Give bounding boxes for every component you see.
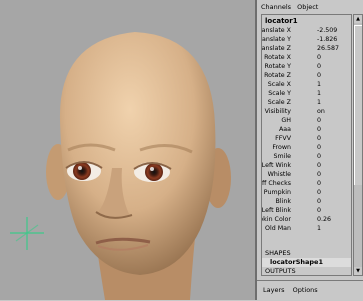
channel-value[interactable]: 0 xyxy=(317,179,321,188)
scroll-up-icon[interactable]: ▲ xyxy=(354,15,362,23)
channel-value[interactable]: on xyxy=(317,107,325,116)
channel-name: Rotate X xyxy=(264,54,291,61)
channel-name: Frown xyxy=(272,144,291,151)
channel-row[interactable]: Pumpkin Color 0.26 xyxy=(262,215,351,224)
channel-row[interactable]: Frown 0 xyxy=(262,143,351,152)
channel-row[interactable]: Rotate Z 0 xyxy=(262,71,351,80)
channel-value[interactable]: 0 xyxy=(317,197,321,206)
channel-row[interactable]: Puff Checks 0 xyxy=(262,179,351,188)
channel-name: Smile xyxy=(273,153,291,160)
bottom-tabs: Layers Options xyxy=(257,280,363,301)
channel-box: Channels Object locator1 Translate X -2.5… xyxy=(255,0,363,301)
channel-list: locator1 Translate X -2.509 Translate Y -1.… xyxy=(261,14,352,276)
channel-value[interactable]: 1 xyxy=(317,98,321,107)
channel-name: Translate X xyxy=(261,27,291,34)
channel-name: Whistle xyxy=(267,171,291,178)
tab-layers[interactable]: Layers xyxy=(263,286,285,294)
channel-name: Aaa xyxy=(278,126,291,133)
channel-row[interactable]: Old Man 1 xyxy=(262,224,351,233)
head-model xyxy=(10,32,231,300)
channel-name: Translate Y xyxy=(262,36,291,43)
channel-name: Rotate Z xyxy=(264,72,291,79)
channel-value[interactable]: 0 xyxy=(317,53,321,62)
channel-row[interactable]: Translate X -2.509 xyxy=(262,26,351,35)
shapes-header: SHAPES xyxy=(265,249,291,257)
channel-name: Puff Checks xyxy=(262,180,291,187)
channel-value[interactable]: 1 xyxy=(317,224,321,233)
scroll-down-icon[interactable]: ▼ xyxy=(354,267,362,275)
channel-name: Rotate Y xyxy=(264,63,291,70)
menu-channels[interactable]: Channels xyxy=(261,3,291,11)
channel-row[interactable]: Aaa 0 xyxy=(262,125,351,134)
shape-item[interactable]: locatorShape1 xyxy=(262,258,351,267)
channel-name: Translate Z xyxy=(261,45,291,52)
channel-row[interactable]: FFVV 0 xyxy=(262,134,351,143)
channel-value[interactable]: 0 xyxy=(317,71,321,80)
channel-value[interactable]: 0 xyxy=(317,116,321,125)
channel-row[interactable]: Scale Y 1 xyxy=(262,89,351,98)
channel-value[interactable]: -2.509 xyxy=(317,26,337,35)
channel-value[interactable]: 1 xyxy=(317,80,321,89)
channel-row[interactable]: Translate Y -1.826 xyxy=(262,35,351,44)
channel-name: GH xyxy=(281,117,291,124)
channel-value[interactable]: -1.826 xyxy=(317,35,337,44)
channel-row[interactable]: Visibility on xyxy=(262,107,351,116)
channel-row[interactable]: Scale X 1 xyxy=(262,80,351,89)
channel-value[interactable]: 26.587 xyxy=(317,44,339,53)
channel-value[interactable]: 0 xyxy=(317,188,321,197)
channel-value[interactable]: 0.26 xyxy=(317,215,331,224)
channel-row[interactable]: Pumpkin 0 xyxy=(262,188,351,197)
channel-value[interactable]: 0 xyxy=(317,62,321,71)
channel-row[interactable]: Smile 0 xyxy=(262,152,351,161)
scroll-thumb[interactable] xyxy=(354,25,362,185)
channel-value[interactable]: 0 xyxy=(317,170,321,179)
channel-row[interactable]: Rotate Y 0 xyxy=(262,62,351,71)
channel-value[interactable]: 1 xyxy=(317,89,321,98)
outputs-header: OUTPUTS xyxy=(265,267,296,275)
node-name[interactable]: locator1 xyxy=(265,17,298,26)
channel-row[interactable]: Scale Z 1 xyxy=(262,98,351,107)
channel-row[interactable]: Left Blink 0 xyxy=(262,206,351,215)
channel-name: FFVV xyxy=(275,135,291,142)
channel-row[interactable]: Translate Z 26.587 xyxy=(262,44,351,53)
channel-value[interactable]: 0 xyxy=(317,152,321,161)
channel-value[interactable]: 0 xyxy=(317,125,321,134)
channel-row[interactable]: Whistle 0 xyxy=(262,170,351,179)
channel-row[interactable]: Left Wink 0 xyxy=(262,161,351,170)
channel-name: Visibility xyxy=(264,108,291,115)
channel-name: Pumpkin xyxy=(263,189,291,196)
channel-name: Left Blink xyxy=(261,207,291,214)
channel-name: Left Wink xyxy=(261,162,291,169)
scrollbar[interactable]: ▲ ▼ xyxy=(353,14,363,276)
channel-row[interactable]: Rotate X 0 xyxy=(262,53,351,62)
channel-name: Blink xyxy=(275,198,291,205)
channel-row[interactable]: GH 0 xyxy=(262,116,351,125)
channel-value[interactable]: 0 xyxy=(317,161,321,170)
channel-value[interactable]: 0 xyxy=(317,206,321,215)
channel-name: Old Man xyxy=(265,225,291,232)
channel-name: Scale X xyxy=(267,81,291,88)
channel-name: Scale Z xyxy=(267,99,291,106)
channel-name: Scale Y xyxy=(268,90,291,97)
tab-options[interactable]: Options xyxy=(293,286,318,294)
channel-value[interactable]: 0 xyxy=(317,143,321,152)
menu-object[interactable]: Object xyxy=(297,3,318,11)
channel-box-menubar: Channels Object xyxy=(257,0,363,14)
channel-value[interactable]: 0 xyxy=(317,134,321,143)
viewport[interactable] xyxy=(0,0,255,300)
channel-row[interactable]: Blink 0 xyxy=(262,197,351,206)
locator-icon xyxy=(10,217,44,250)
channel-name: Pumpkin Color xyxy=(262,216,291,223)
